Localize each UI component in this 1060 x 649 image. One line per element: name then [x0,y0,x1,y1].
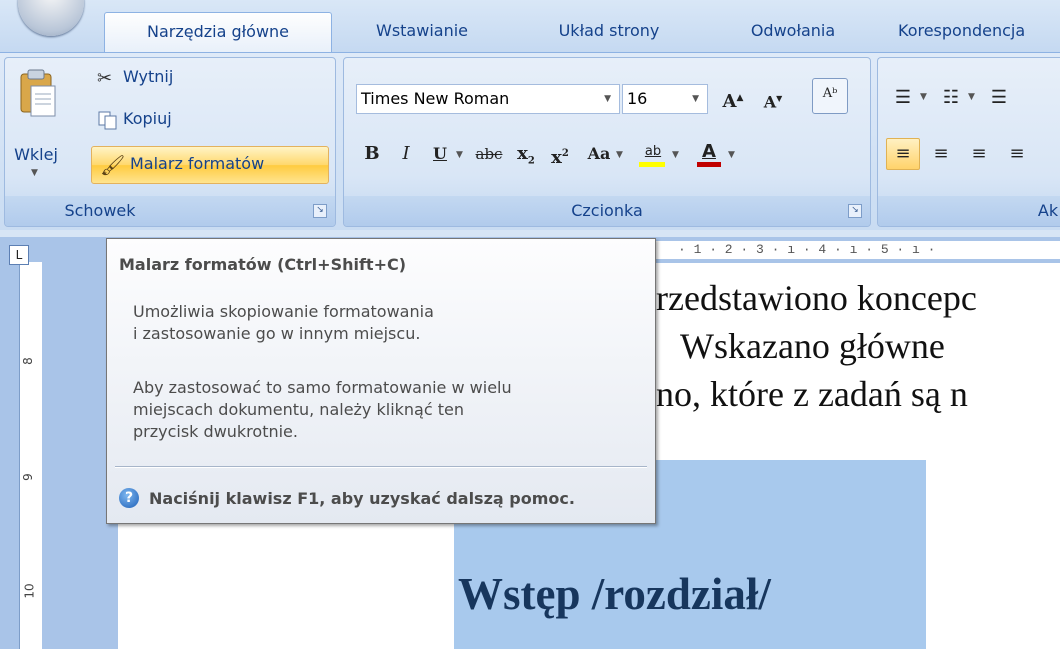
paste-button[interactable]: Wklej [7,140,65,170]
paragraph-group-label: Ak [878,196,1060,226]
tooltip-body-1-line-2: i zastosowanie go w innym miejscu. [133,324,421,343]
font-name-dropdown-icon[interactable]: ▼ [604,85,611,113]
paste-dropdown-arrow[interactable]: ▼ [31,168,38,178]
font-group: Times New Roman ▼ 16 ▼ A▲ A▼ Aᵇ B I U ▼ … [343,57,871,227]
format-painter-tooltip: Malarz formatów (Ctrl+Shift+C) Umożliwia… [106,238,656,524]
font-name-value: Times New Roman [361,89,510,108]
font-size-value: 16 [627,89,648,108]
document-text-line-3: no, które z zadań są n [656,374,968,414]
office-button[interactable] [18,0,84,36]
tab-home[interactable]: Narzędzia główne [104,12,332,53]
strikethrough-icon[interactable]: abc [470,138,508,170]
font-name-combo[interactable]: Times New Roman ▼ [356,84,620,114]
tooltip-separator [115,466,647,468]
tooltip-body-2-line-3: przycisk dwukrotnie. [133,422,298,441]
font-group-label: Czcionka [344,196,870,226]
justify-icon[interactable]: ≡ [1000,138,1034,170]
paste-icon[interactable] [15,68,59,120]
format-painter-button[interactable]: 🖌 Malarz formatów [91,146,329,184]
underline-dropdown-icon[interactable]: ▼ [456,150,463,160]
clipboard-group-label: Schowek [5,196,335,226]
vruler-number-8: 8 [20,357,35,365]
font-color-bar [697,162,721,167]
change-case-icon[interactable]: Aa [580,138,618,170]
cut-button[interactable]: Wytnij [123,62,173,92]
bold-icon[interactable]: B [356,138,388,170]
numbering-icon[interactable]: ☷ [934,82,968,114]
tooltip-title: Malarz formatów (Ctrl+Shift+C) [119,255,407,274]
superscript-icon[interactable]: x2 [544,138,576,170]
bullets-dropdown-icon[interactable]: ▼ [920,92,927,102]
copy-icon [97,110,119,130]
clear-formatting-icon[interactable]: Aᵇ [812,78,848,114]
vertical-ruler[interactable]: 8 9 10 [19,262,42,649]
highlight-icon[interactable]: ab [634,136,672,170]
highlight-dropdown-icon[interactable]: ▼ [672,150,679,160]
tooltip-body-2-line-1: Aby zastosować to samo formatowanie w wi… [133,378,512,397]
format-painter-label: Malarz formatów [130,154,265,173]
vruler-number-9: 9 [20,473,35,481]
align-center-icon[interactable]: ≡ [924,138,958,170]
document-heading: Wstęp /rozdział/ [458,569,771,619]
grow-font-icon[interactable]: A▲ [714,82,752,114]
multilevel-list-icon[interactable]: ☰ [982,82,1016,114]
ribbon-tab-bar: Narzędzia główne Wstawianie Układ strony… [0,0,1060,53]
clipboard-label-text: Schowek [64,201,136,220]
font-dialog-launcher-icon[interactable]: ↘ [848,204,862,218]
scissors-icon: ✂ [97,68,113,89]
vruler-number-10: 10 [22,583,37,599]
document-text-line-1: rzedstawiono koncepc [656,278,977,318]
clipboard-group: Wklej ▼ ✂ Wytnij Kopiuj 🖌 Malarz formató… [4,57,336,227]
tab-references[interactable]: Odwołania [724,12,862,52]
shrink-font-icon[interactable]: A▼ [754,82,792,114]
tab-mailings[interactable]: Korespondencja [898,12,1060,52]
paragraph-label-text: Ak [1037,201,1059,220]
tooltip-body-1-line-1: Umożliwia skopiowanie formatowania [133,302,434,321]
tooltip-body-2-line-2: miejscach dokumentu, należy kliknąć ten [133,400,464,419]
align-right-icon[interactable]: ≡ [962,138,996,170]
font-color-dropdown-icon[interactable]: ▼ [728,150,735,160]
italic-icon[interactable]: I [390,138,422,170]
font-color-icon[interactable]: A [692,136,726,170]
copy-button[interactable]: Kopiuj [123,104,172,134]
ruler-ticks: · 1 · 2 · 3 · ı · 4 · ı · 5 · ı · [678,242,936,257]
highlight-color-bar [639,162,665,167]
paragraph-group: ☰ ▼ ☷ ▼ ☰ ≡ ≡ ≡ ≡ Ak [877,57,1060,227]
font-size-dropdown-icon[interactable]: ▼ [692,85,699,113]
tab-insert[interactable]: Wstawianie [352,12,492,52]
subscript-icon[interactable]: x2 [510,138,542,170]
tooltip-help-text: Naciśnij klawisz F1, aby uzyskać dalszą … [149,489,575,508]
numbering-dropdown-icon[interactable]: ▼ [968,92,975,102]
help-icon: ? [119,488,139,508]
align-left-icon[interactable]: ≡ [886,138,920,170]
bullets-icon[interactable]: ☰ [886,82,920,114]
ribbon: Wklej ▼ ✂ Wytnij Kopiuj 🖌 Malarz formató… [0,52,1060,230]
clipboard-dialog-launcher-icon[interactable]: ↘ [313,204,327,218]
font-size-combo[interactable]: 16 ▼ [622,84,708,114]
tab-page-layout[interactable]: Układ strony [536,12,682,52]
document-text-line-2: Wskazano główne [680,326,945,366]
tab-selector-icon[interactable]: L [9,245,29,265]
underline-icon[interactable]: U [424,138,456,170]
brush-icon: 🖌 [100,153,126,177]
change-case-dropdown-icon[interactable]: ▼ [616,150,623,160]
